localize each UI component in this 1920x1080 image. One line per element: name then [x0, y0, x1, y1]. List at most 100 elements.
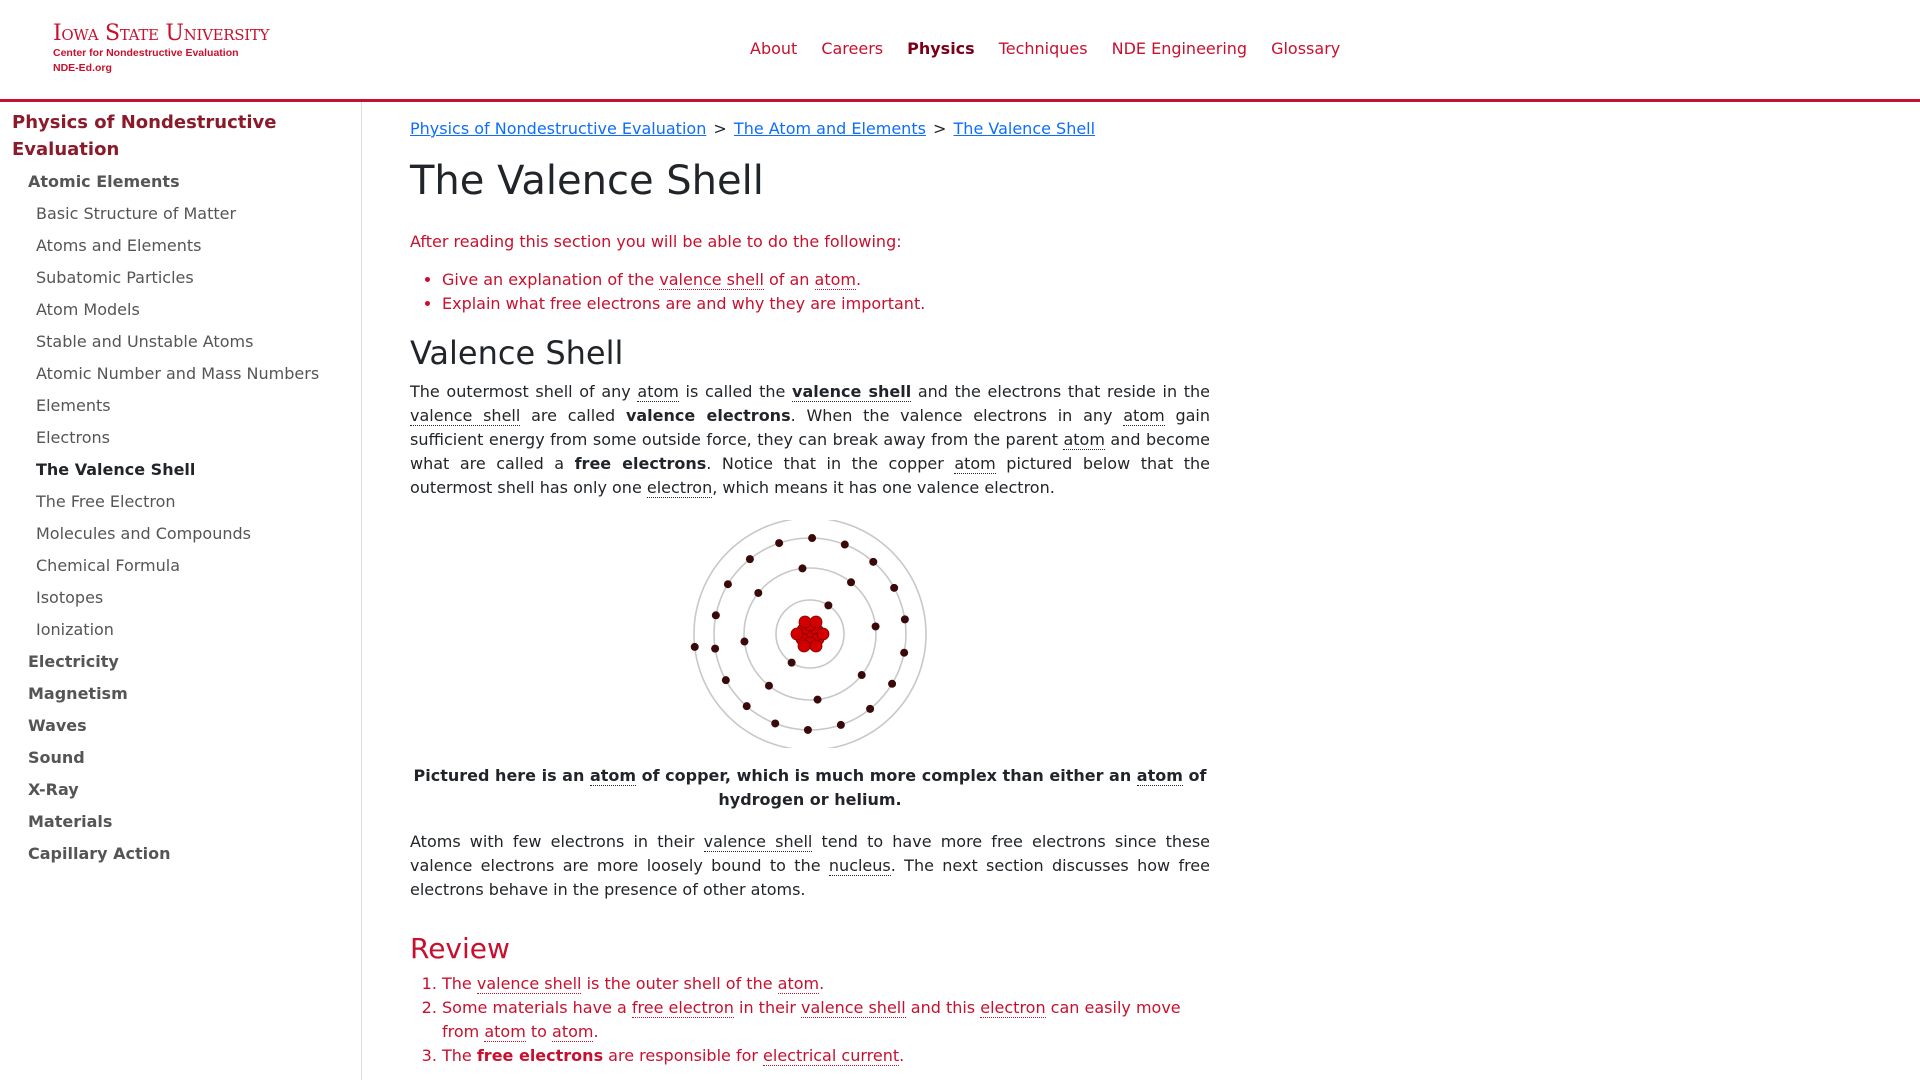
nav-nde-engineering[interactable]: NDE Engineering [1112, 38, 1247, 60]
glossary-link[interactable]: valence shell [476, 974, 582, 994]
breadcrumb-separator: > [933, 119, 947, 138]
glossary-link[interactable]: valence shell [703, 832, 813, 852]
electron [808, 534, 817, 543]
sidebar-section-capillary-action[interactable]: Capillary Action [28, 843, 171, 865]
review-item: The valence shell is the outer shell of … [442, 972, 1210, 996]
sidebar-item-valence-shell[interactable]: The Valence Shell [36, 459, 195, 481]
review-item: The free electrons are responsible for e… [442, 1044, 1210, 1068]
review-item: Some materials have a free electron in t… [442, 996, 1210, 1044]
electron [723, 580, 732, 589]
glossary-link[interactable]: valence shell [792, 382, 912, 402]
glossary-link[interactable]: valence shell [410, 406, 521, 426]
glossary-link[interactable]: atom [1063, 430, 1105, 450]
nav-glossary[interactable]: Glossary [1271, 38, 1340, 60]
sidebar-section-x-ray[interactable]: X-Ray [28, 779, 79, 801]
sidebar-item-atom-models[interactable]: Atom Models [36, 299, 140, 321]
sidebar-item-subatomic-particles[interactable]: Subatomic Particles [36, 267, 194, 289]
sidebar-item-stable-unstable-atoms[interactable]: Stable and Unstable Atoms [36, 331, 253, 353]
electron [890, 583, 899, 592]
nav-techniques[interactable]: Techniques [999, 38, 1088, 60]
electron [798, 564, 807, 573]
logo-site: NDE-Ed.org [53, 62, 112, 74]
atom-illustration [690, 517, 927, 751]
image-caption: Pictured here is an atom of copper, whic… [413, 766, 1207, 809]
nav-careers[interactable]: Careers [821, 38, 883, 60]
electron [742, 702, 751, 711]
electron [871, 622, 880, 631]
site-logo[interactable]: Iowa State University Center for Nondest… [53, 22, 269, 75]
glossary-link[interactable]: atom [1123, 406, 1165, 426]
copper-atom-diagram [690, 517, 930, 751]
sidebar-section-atomic-elements[interactable]: Atomic Elements [28, 171, 180, 193]
electron [787, 658, 796, 667]
nav-about[interactable]: About [750, 38, 797, 60]
site-header: Iowa State University Center for Nondest… [0, 0, 1920, 102]
sidebar-item-chemical-formula[interactable]: Chemical Formula [36, 555, 180, 577]
sidebar-item-elements[interactable]: Elements [36, 395, 111, 417]
glossary-link[interactable]: atom [814, 270, 856, 290]
sidebar-item-basic-structure[interactable]: Basic Structure of Matter [36, 203, 236, 225]
section-heading: Valence Shell [410, 334, 624, 372]
electron [754, 588, 763, 597]
electron [847, 578, 856, 587]
glossary-link[interactable]: valence shell [659, 270, 764, 290]
page-title: The Valence Shell [410, 158, 764, 204]
electron [900, 615, 909, 624]
electron [857, 671, 866, 680]
glossary-link[interactable]: atom [589, 766, 637, 786]
objective-item: Explain what free electrons are and why … [442, 292, 925, 316]
sidebar-item-electrons[interactable]: Electrons [36, 427, 110, 449]
electron [711, 644, 720, 653]
electron [721, 676, 730, 685]
electron [764, 681, 773, 690]
electron [824, 601, 833, 610]
sidebar-item-free-electron[interactable]: The Free Electron [36, 491, 176, 513]
nucleus-particle [816, 627, 830, 641]
electron [740, 637, 749, 646]
electron [840, 540, 849, 549]
glossary-link[interactable]: atom [777, 974, 820, 994]
electron [866, 704, 875, 713]
sidebar-section-waves[interactable]: Waves [28, 715, 87, 737]
glossary-link[interactable]: atom [1136, 766, 1183, 786]
glossary-link[interactable]: electron [646, 478, 713, 498]
body-paragraph: The outermost shell of any atom is calle… [410, 382, 1211, 498]
breadcrumb-physics[interactable]: Physics of Nondestructive Evaluation [410, 119, 706, 138]
sidebar: Physics of Nondestructive Evaluation Ato… [0, 102, 362, 1080]
electron [900, 648, 909, 657]
review-heading: Review [410, 932, 510, 965]
sidebar-section-sound[interactable]: Sound [28, 747, 85, 769]
glossary-link[interactable]: atom [484, 1022, 526, 1042]
glossary-link[interactable]: nucleus [828, 856, 891, 876]
sidebar-item-atomic-number[interactable]: Atomic Number and Mass Numbers [36, 363, 319, 385]
objectives-list: Give an explanation of the valence shell… [410, 268, 925, 316]
body-paragraph: Atoms with few electrons in their valenc… [410, 832, 1211, 899]
glossary-link[interactable]: free electron [631, 998, 734, 1018]
objective-item: Give an explanation of the valence shell… [442, 268, 925, 292]
electron [775, 539, 784, 548]
nav-physics[interactable]: Physics [907, 38, 975, 60]
sidebar-section-electricity[interactable]: Electricity [28, 651, 119, 673]
sidebar-item-atoms-and-elements[interactable]: Atoms and Elements [36, 235, 202, 257]
sidebar-section-materials[interactable]: Materials [28, 811, 112, 833]
electron [711, 611, 720, 620]
glossary-link[interactable]: atom [954, 454, 996, 474]
glossary-link[interactable]: atom [552, 1022, 594, 1042]
sidebar-item-ionization[interactable]: Ionization [36, 619, 114, 641]
glossary-link[interactable]: atom [637, 382, 679, 402]
sidebar-item-isotopes[interactable]: Isotopes [36, 587, 103, 609]
electron [690, 642, 699, 651]
breadcrumb-valence-shell[interactable]: The Valence Shell [954, 119, 1096, 138]
glossary-link[interactable]: valence shell [801, 998, 906, 1018]
objectives-intro: After reading this section you will be a… [410, 232, 902, 251]
nucleus-particle [798, 615, 812, 629]
nucleus-particle [809, 615, 823, 629]
electron [869, 557, 878, 566]
glossary-link[interactable]: electron [980, 998, 1046, 1018]
glossary-link[interactable]: electrical current [763, 1046, 900, 1066]
electron [888, 679, 897, 688]
sidebar-title[interactable]: Physics of Nondestructive Evaluation [12, 109, 332, 163]
sidebar-section-magnetism[interactable]: Magnetism [28, 683, 128, 705]
sidebar-item-molecules-compounds[interactable]: Molecules and Compounds [36, 523, 251, 545]
breadcrumb-atom-elements[interactable]: The Atom and Elements [734, 119, 926, 138]
